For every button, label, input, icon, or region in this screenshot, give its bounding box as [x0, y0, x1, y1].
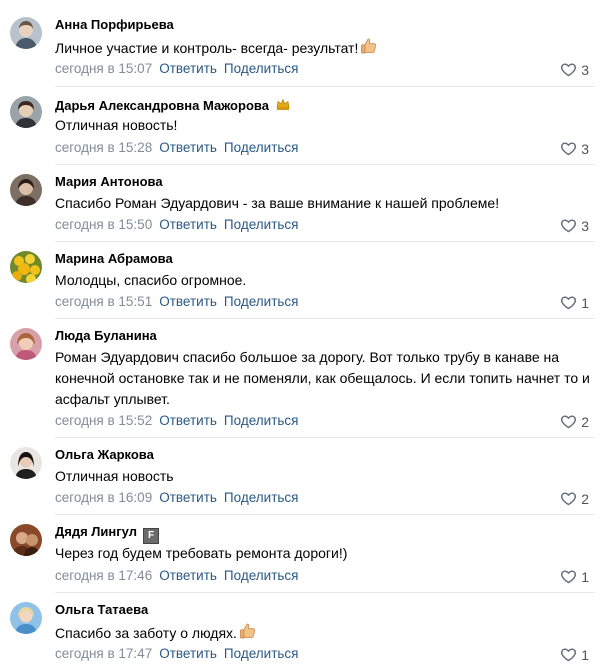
heart-icon — [560, 646, 577, 663]
share-link[interactable]: Поделиться — [224, 217, 299, 232]
comment-meta: сегодня в 15:51 Ответить Поделиться — [55, 294, 298, 310]
thumbs-up-icon — [359, 36, 379, 56]
comment-meta: сегодня в 17:46 Ответить Поделиться — [55, 568, 298, 584]
avatar[interactable] — [10, 251, 42, 283]
like-button[interactable]: 3 — [560, 61, 589, 78]
comment-text: Через год будем требовать ремонта дороги… — [55, 545, 348, 561]
comment-meta: сегодня в 16:09 Ответить Поделиться — [55, 490, 298, 506]
share-link[interactable]: Поделиться — [224, 61, 299, 76]
comment-author[interactable]: Ольга Татаева — [55, 602, 148, 618]
avatar[interactable] — [10, 17, 42, 49]
like-button[interactable]: 3 — [560, 140, 589, 157]
avatar[interactable] — [10, 447, 42, 479]
like-button[interactable]: 1 — [560, 294, 589, 311]
comment-author[interactable]: Люда Буланина — [55, 328, 157, 344]
divider — [55, 437, 595, 438]
comment-date[interactable]: сегодня в 15:51 — [55, 294, 152, 309]
divider — [55, 164, 595, 165]
comment-meta: сегодня в 15:52 Ответить Поделиться — [55, 413, 298, 429]
comment-text: Спасибо за заботу о людях. — [55, 621, 590, 644]
like-count: 1 — [581, 569, 589, 585]
comment-date[interactable]: сегодня в 15:28 — [55, 140, 152, 155]
avatar[interactable] — [10, 328, 42, 360]
like-count: 3 — [581, 218, 589, 234]
like-button[interactable]: 1 — [560, 646, 589, 663]
comment-meta: сегодня в 15:50 Ответить Поделиться — [55, 217, 298, 233]
share-link[interactable]: Поделиться — [224, 294, 299, 309]
divider — [55, 514, 595, 515]
reply-link[interactable]: Ответить — [159, 568, 217, 583]
comment-author[interactable]: Анна Порфирьева — [55, 17, 174, 33]
comment-date[interactable]: сегодня в 17:46 — [55, 568, 152, 583]
reply-link[interactable]: Ответить — [159, 217, 217, 232]
heart-icon — [560, 490, 577, 507]
comment-text: Личное участие и контроль- всегда- резул… — [55, 36, 590, 59]
heart-icon — [560, 294, 577, 311]
reply-link[interactable]: Ответить — [159, 140, 217, 155]
like-count: 3 — [581, 141, 589, 157]
divider — [55, 86, 595, 87]
comment-text: Спасибо Роман Эдуардович - за ваше внима… — [55, 195, 500, 211]
badge-f-icon: F — [143, 528, 159, 544]
like-button[interactable]: 1 — [560, 568, 589, 585]
share-link[interactable]: Поделиться — [224, 413, 299, 428]
divider — [55, 241, 595, 242]
avatar[interactable] — [10, 174, 42, 206]
share-link[interactable]: Поделиться — [224, 140, 299, 155]
heart-icon — [560, 413, 577, 430]
comment-meta: сегодня в 17:47 Ответить Поделиться — [55, 646, 298, 662]
avatar[interactable] — [10, 96, 42, 128]
like-count: 1 — [581, 647, 589, 663]
like-button[interactable]: 3 — [560, 217, 589, 234]
reply-link[interactable]: Ответить — [159, 294, 217, 309]
comment-text: Отличная новость — [55, 468, 174, 484]
crown-icon — [275, 96, 291, 112]
comment-date[interactable]: сегодня в 17:47 — [55, 646, 152, 661]
avatar[interactable] — [10, 602, 42, 634]
like-button[interactable]: 2 — [560, 413, 589, 430]
comment-author[interactable]: Дядя Лингул F — [55, 524, 159, 544]
comment-author[interactable]: Ольга Жаркова — [55, 447, 154, 463]
comment-date[interactable]: сегодня в 15:07 — [55, 61, 152, 76]
reply-link[interactable]: Ответить — [159, 490, 217, 505]
share-link[interactable]: Поделиться — [224, 646, 299, 661]
reply-link[interactable]: Ответить — [159, 413, 217, 428]
avatar[interactable] — [10, 524, 42, 556]
comment-text: Отличная новость! — [55, 117, 178, 133]
like-button[interactable]: 2 — [560, 490, 589, 507]
like-count: 1 — [581, 295, 589, 311]
divider — [55, 318, 595, 319]
comment-date[interactable]: сегодня в 16:09 — [55, 490, 152, 505]
comment-text: Роман Эдуардович спасибо большое за доро… — [55, 349, 590, 407]
thumbs-up-icon — [238, 621, 258, 641]
like-count: 2 — [581, 491, 589, 507]
comment-meta: сегодня в 15:07 Ответить Поделиться — [55, 61, 298, 77]
heart-icon — [560, 61, 577, 78]
comment-author[interactable]: Мария Антонова — [55, 174, 163, 190]
heart-icon — [560, 568, 577, 585]
comment-author[interactable]: Дарья Александровна Мажорова — [55, 96, 291, 114]
heart-icon — [560, 217, 577, 234]
comment-date[interactable]: сегодня в 15:50 — [55, 217, 152, 232]
comment-text: Молодцы, спасибо огромное. — [55, 272, 247, 288]
comment-date[interactable]: сегодня в 15:52 — [55, 413, 152, 428]
reply-link[interactable]: Ответить — [159, 646, 217, 661]
divider — [55, 592, 595, 593]
heart-icon — [560, 140, 577, 157]
comment-author[interactable]: Марина Абрамова — [55, 251, 173, 267]
share-link[interactable]: Поделиться — [224, 490, 299, 505]
reply-link[interactable]: Ответить — [159, 61, 217, 76]
like-count: 3 — [581, 62, 589, 78]
comment-meta: сегодня в 15:28 Ответить Поделиться — [55, 140, 298, 156]
like-count: 2 — [581, 414, 589, 430]
share-link[interactable]: Поделиться — [224, 568, 299, 583]
